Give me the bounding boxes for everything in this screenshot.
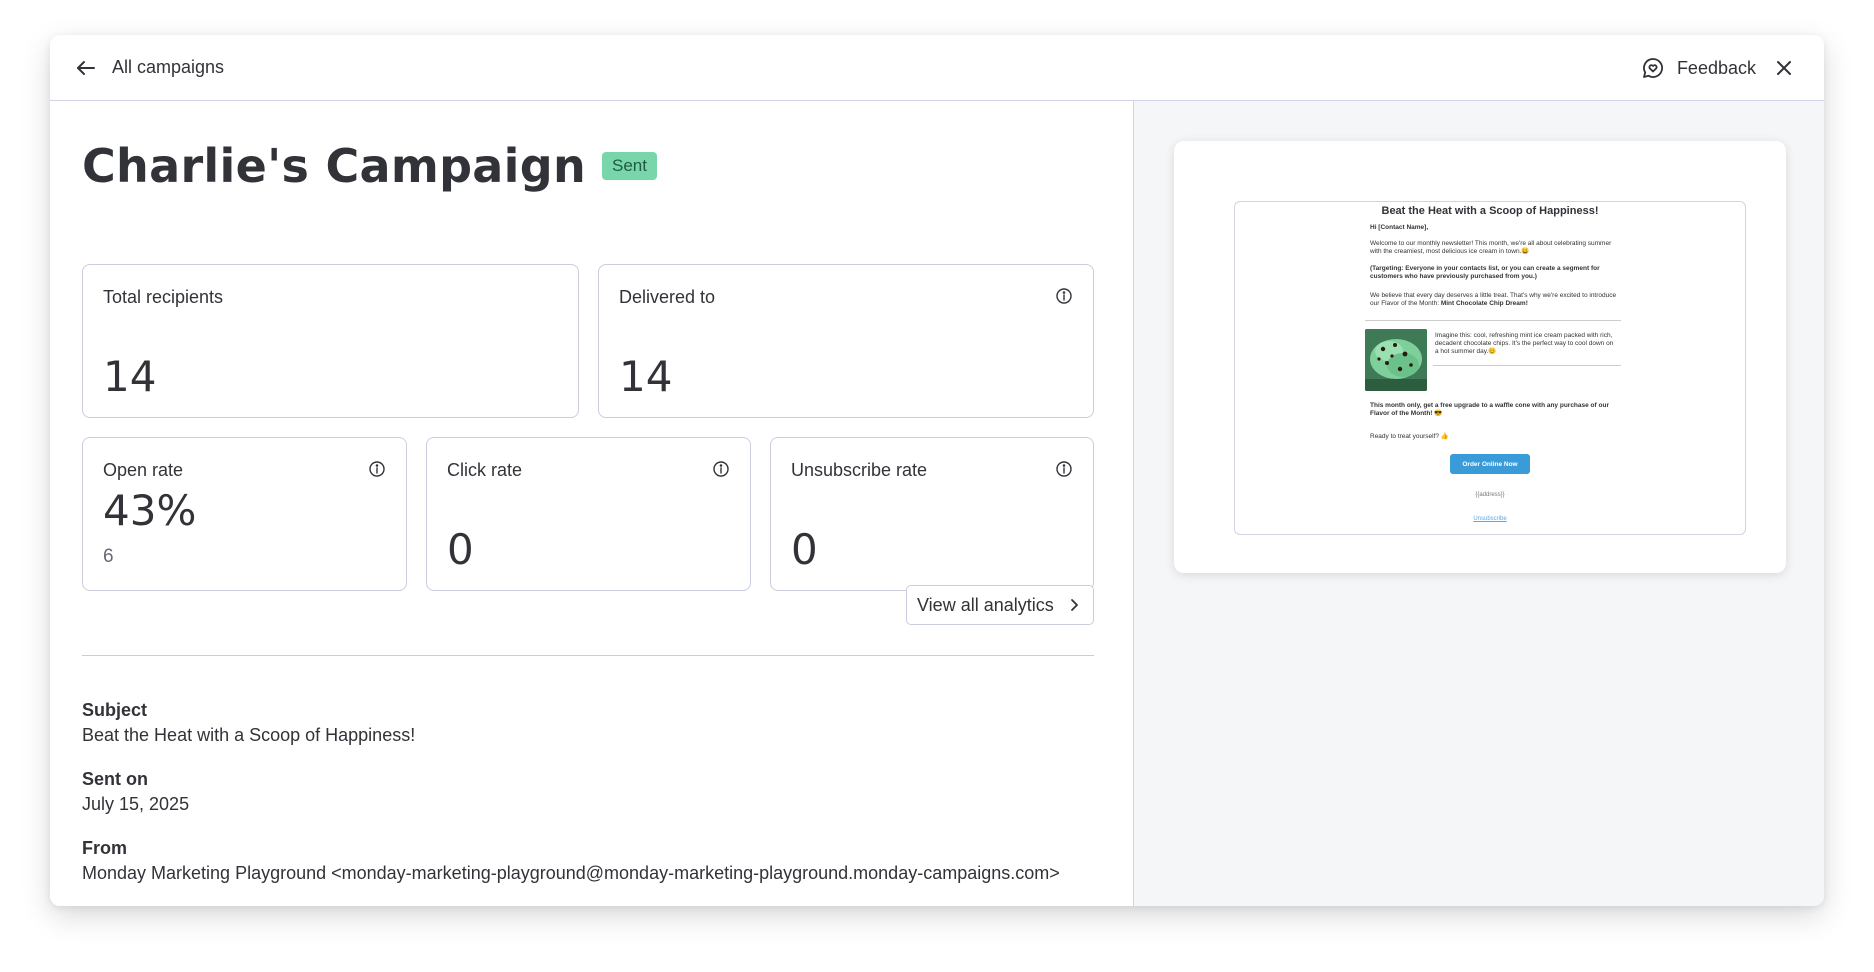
from-value: Monday Marketing Playground <monday-mark… [82, 863, 1060, 883]
ice-cream-image [1365, 329, 1427, 391]
unsubscribe-rate-card: Unsubscribe rate 0 [770, 437, 1094, 591]
card-value: 14 [103, 352, 157, 401]
from-detail: From Monday Marketing Playground <monday… [82, 836, 1060, 886]
card-value: 43% [103, 486, 197, 535]
card-value: 0 [791, 525, 818, 574]
email-preview: Beat the Heat with a Scoop of Happiness!… [1234, 201, 1746, 535]
info-icon[interactable] [712, 460, 730, 478]
email-cta-text: Ready to treat yourself? 👍 [1370, 433, 1449, 440]
sent-on-value: July 15, 2025 [82, 794, 190, 814]
divider [82, 655, 1094, 656]
info-icon[interactable] [1055, 287, 1073, 305]
delivered-to-card: Delivered to 14 [598, 264, 1094, 418]
email-title: Beat the Heat with a Scoop of Happiness! [1381, 205, 1599, 217]
open-rate-card: Open rate 43% 6 [82, 437, 407, 591]
top-bar: All campaigns Feedback [50, 35, 1824, 101]
email-address: {{address}} [1475, 492, 1505, 498]
card-label: Unsubscribe rate [791, 460, 928, 480]
email-flavor-intro: We believe that every day deserves a lit… [1370, 292, 1617, 307]
title-row: Charlie's Campaign Sent [82, 139, 657, 193]
close-icon [1777, 61, 1791, 75]
card-subvalue: 6 [103, 546, 114, 567]
feedback-button[interactable]: Feedback [1641, 50, 1756, 86]
card-value: 14 [619, 352, 673, 401]
feedback-label: Feedback [1676, 57, 1756, 78]
email-divider [1433, 365, 1621, 366]
email-intro: Welcome to our monthly newsletter! This … [1370, 240, 1612, 255]
email-greeting: Hi [Contact Name], [1370, 224, 1429, 231]
email-offer: This month only, get a free upgrade to a… [1370, 402, 1609, 417]
email-preview-panel: Beat the Heat with a Scoop of Happiness!… [1133, 101, 1824, 906]
from-label: From [82, 838, 127, 858]
close-button[interactable] [1766, 50, 1802, 86]
unsubscribe-link: Unsubscribe [1473, 516, 1507, 522]
total-recipients-card: Total recipients 14 [82, 264, 579, 418]
email-targeting: (Targeting: Everyone in your contacts li… [1370, 265, 1600, 280]
view-all-analytics-button[interactable]: View all analytics [906, 585, 1094, 625]
arrow-left-icon [77, 61, 95, 75]
order-online-button: Order Online Now [1450, 454, 1530, 474]
status-badge: Sent [602, 152, 657, 180]
card-label: Open rate [103, 460, 184, 480]
back-label[interactable]: All campaigns [112, 54, 224, 80]
card-label: Delivered to [619, 287, 716, 307]
card-value: 0 [447, 525, 474, 574]
subject-value: Beat the Heat with a Scoop of Happiness! [82, 725, 416, 745]
subject-label: Subject [82, 700, 148, 720]
campaign-details-panel: Charlie's Campaign Sent Total recipients… [50, 101, 1133, 906]
click-rate-card: Click rate 0 [426, 437, 751, 591]
analytics-button-label: View all analytics [917, 594, 1054, 615]
email-divider [1365, 320, 1621, 321]
campaign-modal: All campaigns Feedback Charlie's Campaig… [50, 35, 1824, 906]
info-icon[interactable] [1055, 460, 1073, 478]
subject-detail: Subject Beat the Heat with a Scoop of Ha… [82, 698, 415, 748]
info-icon[interactable] [368, 460, 386, 478]
card-label: Click rate [447, 460, 523, 480]
chevron-right-icon [1071, 599, 1078, 611]
email-preview-card[interactable]: Beat the Heat with a Scoop of Happiness!… [1174, 141, 1786, 573]
email-image-caption: Imagine this: cool, refreshing mint ice … [1435, 332, 1614, 355]
feedback-icon [1643, 58, 1663, 78]
card-label: Total recipients [103, 287, 224, 307]
page-title: Charlie's Campaign [82, 139, 586, 193]
sent-on-label: Sent on [82, 769, 148, 789]
sent-on-detail: Sent on July 15, 2025 [82, 767, 189, 817]
back-button[interactable] [68, 50, 104, 86]
